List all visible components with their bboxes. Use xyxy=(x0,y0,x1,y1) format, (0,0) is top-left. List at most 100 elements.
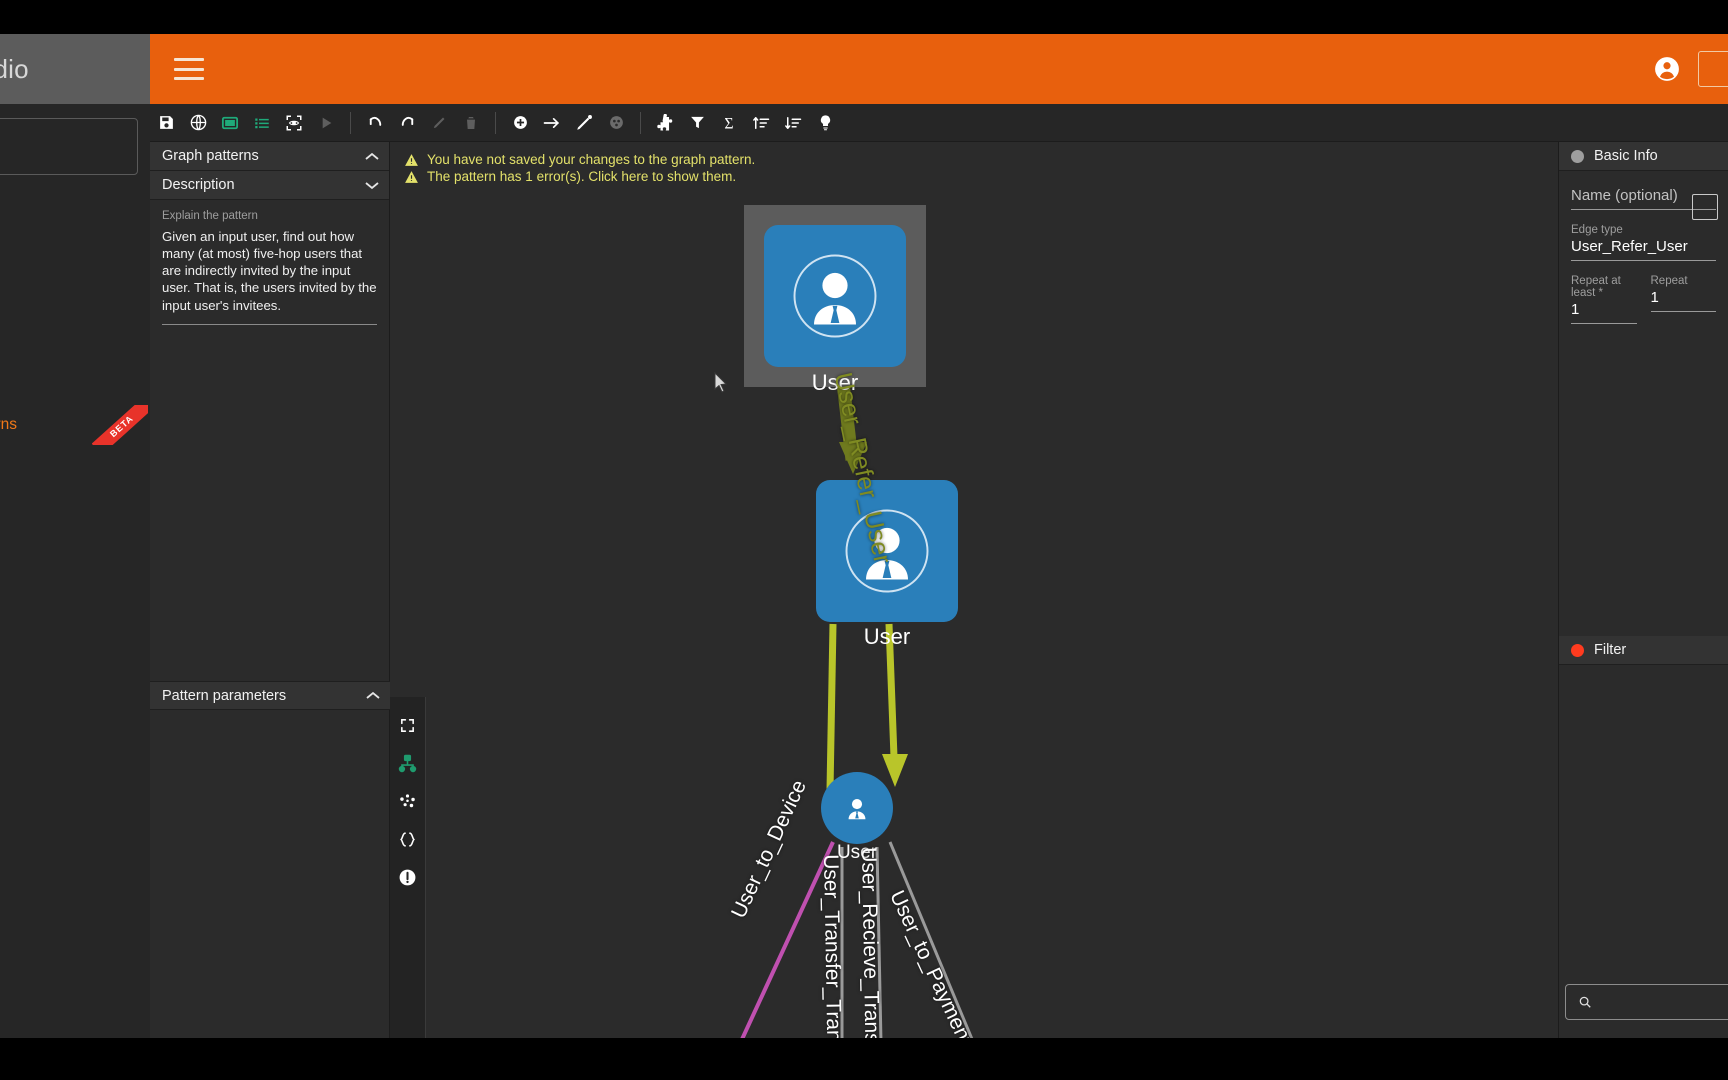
logo-suffix: Studio xyxy=(0,53,29,84)
add-group-icon[interactable] xyxy=(600,107,632,139)
description-body: Explain the pattern Given an input user,… xyxy=(150,200,389,325)
filter-icon[interactable] xyxy=(681,107,713,139)
sort-icon[interactable] xyxy=(745,107,777,139)
status-dot-basic-info xyxy=(1571,149,1584,163)
app-logo-text: aphStudio xyxy=(0,54,29,85)
repeat-at-most-value: 1 xyxy=(1650,289,1659,306)
chevron-down-icon xyxy=(365,179,379,192)
chevron-up-icon xyxy=(366,689,380,702)
header-actions xyxy=(1654,51,1728,87)
sidebar-item-map-data-to-graph[interactable]: Data To Graph xyxy=(0,243,150,295)
accordion-description-label: Description xyxy=(162,177,235,193)
add-node-icon[interactable] xyxy=(504,107,536,139)
fit-to-screen-icon[interactable] xyxy=(396,713,420,737)
app-header xyxy=(150,34,1728,104)
toolbar-group-edit xyxy=(359,107,487,139)
app-viewport: aphStudio Fraud user ign Schema Data To … xyxy=(0,34,1728,1038)
repeat-at-most-block: Repeat 1 xyxy=(1650,275,1716,338)
list-icon[interactable] xyxy=(246,107,278,139)
sidebar-item-explore-graph[interactable]: ore Graph xyxy=(0,347,150,399)
edge-type-value-wrapper[interactable]: User_Refer_User xyxy=(1571,238,1716,261)
name-field-toggle[interactable] xyxy=(1692,194,1718,220)
add-path-icon[interactable] xyxy=(568,107,600,139)
solution-card[interactable]: Fraud user xyxy=(0,118,138,175)
edge-label-user-transfer-trans[interactable]: User_Transfer_Trans xyxy=(818,854,845,1038)
puzzle-icon[interactable] xyxy=(649,107,681,139)
repeat-at-least-input[interactable]: 1 xyxy=(1571,301,1637,324)
accordion-graph-patterns-label: Graph patterns xyxy=(162,148,259,164)
explain-pattern-text: Given an input user, find out how many (… xyxy=(162,228,377,325)
toolbar-group-insert xyxy=(504,107,632,139)
accordion-filter[interactable]: Filter xyxy=(1559,636,1728,665)
pattern-side-panel: Graph patterns Description Explain the p… xyxy=(150,142,390,1038)
graph-node-label: User xyxy=(863,624,911,649)
hamburger-menu-icon[interactable] xyxy=(174,58,204,80)
browser-window: aphStudio Fraud user ign Schema Data To … xyxy=(0,0,1728,1080)
editor-toolbar: Σ xyxy=(150,104,1728,142)
name-field-placeholder: Name (optional) xyxy=(1571,187,1678,204)
app-logo[interactable]: aphStudio xyxy=(0,34,150,104)
edge-properties-panel: Basic Info Name (optional) Edge type Use… xyxy=(1558,142,1728,1038)
edge-label-user-recieve-trans[interactable]: User_Recieve_Trans xyxy=(856,847,883,1038)
account-circle-icon[interactable] xyxy=(1654,56,1680,82)
repeat-at-least-value: 1 xyxy=(1571,301,1580,318)
accordion-pattern-parameters[interactable]: Pattern parameters xyxy=(150,681,390,710)
redo-icon[interactable] xyxy=(391,107,423,139)
edge-type-label: Edge type xyxy=(1571,224,1623,236)
sidebar-item-build-graph-patterns[interactable]: d Graph Patterns BETA xyxy=(0,399,150,451)
accordion-basic-info-label: Basic Info xyxy=(1594,148,1658,164)
mouse-cursor xyxy=(714,372,728,393)
accordion-graph-patterns[interactable]: Graph patterns xyxy=(150,142,389,171)
repeat-at-most-input[interactable]: 1 xyxy=(1650,289,1716,312)
error-icon[interactable] xyxy=(396,865,420,889)
save-icon[interactable] xyxy=(150,107,182,139)
header-extra-button[interactable] xyxy=(1698,51,1728,87)
hierarchy-layout-icon[interactable] xyxy=(396,751,420,775)
sum-icon[interactable]: Σ xyxy=(713,107,745,139)
beta-badge-label: BETA xyxy=(92,405,148,445)
toolbar-divider xyxy=(350,111,351,134)
explain-pattern-label: Explain the pattern xyxy=(162,210,258,222)
repeat-at-least-block: Repeat at least * 1 xyxy=(1571,275,1637,338)
display-icon[interactable] xyxy=(214,107,246,139)
json-icon[interactable] xyxy=(396,827,420,851)
user-icon xyxy=(848,799,866,820)
accordion-basic-info[interactable]: Basic Info xyxy=(1559,142,1728,171)
sidebar-item-design-schema[interactable]: ign Schema xyxy=(0,191,150,243)
search-icon xyxy=(1579,996,1591,1008)
solution-title: Fraud xyxy=(0,131,123,149)
reorder-icon[interactable] xyxy=(777,107,809,139)
toolbar-divider xyxy=(640,111,641,134)
undo-icon[interactable] xyxy=(359,107,391,139)
status-dot-filter xyxy=(1571,643,1584,657)
chevron-up-icon xyxy=(365,150,379,163)
global-view-icon[interactable] xyxy=(182,107,214,139)
delete-icon[interactable] xyxy=(455,107,487,139)
run-icon[interactable] xyxy=(310,107,342,139)
accordion-description[interactable]: Description xyxy=(150,171,389,200)
sidebar-item-write-queries[interactable]: e Queries xyxy=(0,451,150,503)
toolbar-group-analysis: Σ xyxy=(649,107,841,139)
force-layout-icon[interactable] xyxy=(396,789,420,813)
graph-node-user-3[interactable] xyxy=(821,772,893,844)
hint-icon[interactable] xyxy=(809,107,841,139)
edit-icon[interactable] xyxy=(423,107,455,139)
toolbar-group-file xyxy=(150,107,342,139)
beta-badge: BETA xyxy=(92,405,148,445)
repeat-at-most-label: Repeat xyxy=(1650,275,1688,287)
toolbar-divider xyxy=(495,111,496,134)
sidebar-item-label: d Graph Patterns xyxy=(0,416,18,433)
sidebar-item-load-data[interactable]: d Data xyxy=(0,295,150,347)
nav-list: ign Schema Data To Graph d Data ore Grap… xyxy=(0,191,150,503)
repeat-row: Repeat at least * 1 Repeat 1 xyxy=(1571,275,1716,338)
search-input[interactable] xyxy=(1600,994,1728,1010)
focus-icon[interactable] xyxy=(278,107,310,139)
solution-subtitle: user xyxy=(0,153,123,167)
graph-node-user-1[interactable] xyxy=(764,225,906,367)
accordion-filter-label: Filter xyxy=(1594,642,1627,658)
add-edge-icon[interactable] xyxy=(536,107,568,139)
search-box[interactable] xyxy=(1565,984,1728,1020)
edge-type-value: User_Refer_User xyxy=(1571,238,1688,255)
graph-canvas[interactable]: You have not saved your changes to the g… xyxy=(390,142,1558,1038)
svg-text:Σ: Σ xyxy=(724,115,733,132)
